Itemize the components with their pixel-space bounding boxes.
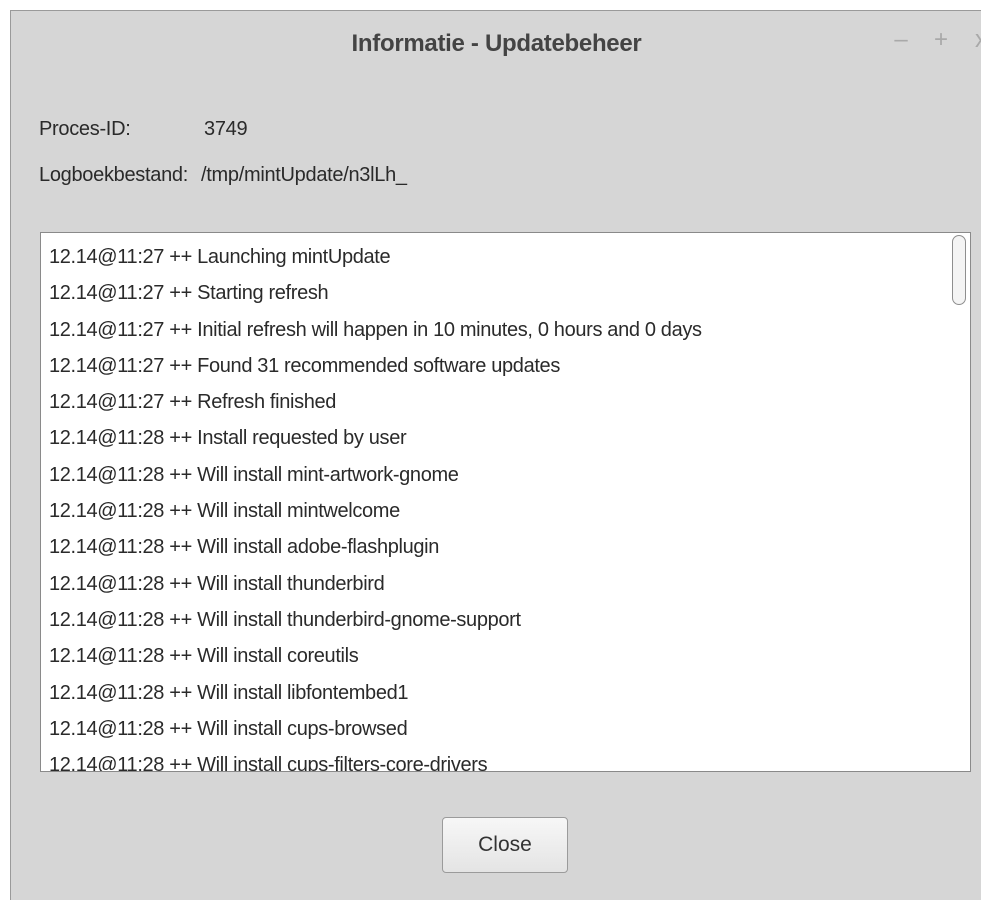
log-lines: 12.14@11:27 ++ Launching mintUpdate 12.14… <box>49 239 944 772</box>
window-controls: – + x <box>890 28 981 52</box>
process-id-row: Proces-ID: 3749 <box>39 118 248 141</box>
log-line: 12.14@11:28 ++ Install requested by user <box>49 427 407 450</box>
close-button[interactable]: Close <box>442 817 568 873</box>
close-window-button[interactable]: x <box>970 28 981 52</box>
log-line: 12.14@11:28 ++ Will install mint-artwork… <box>49 463 459 486</box>
log-line: 12.14@11:28 ++ Will install cups-browsed <box>49 717 408 740</box>
logfile-path: /tmp/mintUpdate/n3lLh_ <box>201 164 407 186</box>
log-view[interactable]: 12.14@11:27 ++ Launching mintUpdate 12.14… <box>40 232 971 772</box>
process-id-value: 3749 <box>204 118 248 140</box>
log-line: 12.14@11:27 ++ Refresh finished <box>49 391 337 414</box>
logfile-row: Logboekbestand: /tmp/mintUpdate/n3lLh_ <box>39 164 407 187</box>
log-line: 12.14@11:28 ++ Will install coreutils <box>49 645 359 668</box>
title-bar[interactable]: Informatie - Updatebeheer – + x <box>11 11 981 75</box>
log-line: 12.14@11:28 ++ Will install mintwelcome <box>49 500 400 523</box>
logfile-label: Logboekbestand: <box>39 164 188 186</box>
info-dialog-window: Informatie - Updatebeheer – + x Proces-I… <box>10 10 981 900</box>
log-line: 12.14@11:27 ++ Launching mintUpdate <box>49 246 391 268</box>
process-id-label: Proces-ID: <box>39 118 131 140</box>
log-line: 12.14@11:28 ++ Will install thunderbird-… <box>49 608 521 631</box>
log-line: 12.14@11:28 ++ Will install thunderbird <box>49 572 385 595</box>
log-line: 12.14@11:28 ++ Will install adobe-flashp… <box>49 536 439 559</box>
maximize-button[interactable]: + <box>930 28 952 52</box>
log-line: 12.14@11:27 ++ Starting refresh <box>49 282 329 305</box>
log-line: 12.14@11:27 ++ Initial refresh will happ… <box>49 318 702 341</box>
log-line: 12.14@11:28 ++ Will install cups-filters… <box>49 754 488 772</box>
log-line: 12.14@11:28 ++ Will install libfontembed… <box>49 681 409 704</box>
window-title: Informatie - Updatebeheer <box>351 30 642 57</box>
log-line: 12.14@11:27 ++ Found 31 recommended soft… <box>49 354 560 377</box>
log-scrollbar[interactable] <box>952 235 966 769</box>
minimize-button[interactable]: – <box>890 28 912 52</box>
scrollbar-thumb[interactable] <box>952 235 966 305</box>
